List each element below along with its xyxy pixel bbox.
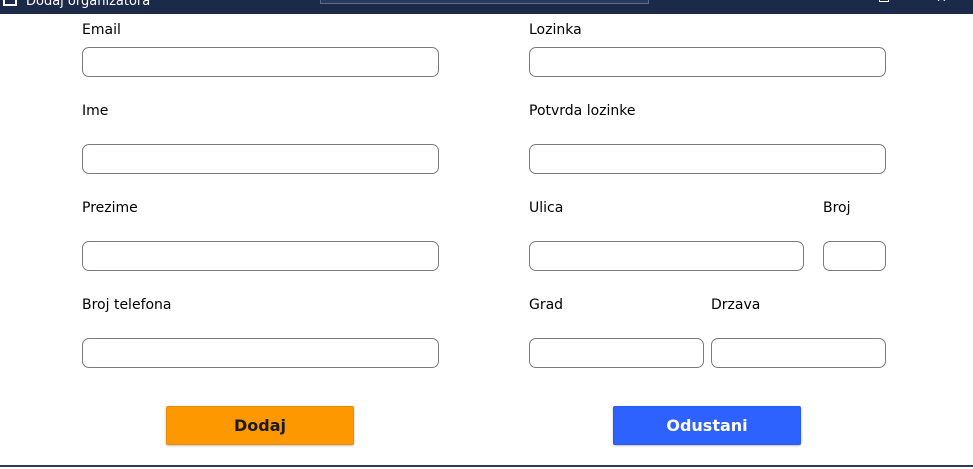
email-field[interactable] bbox=[82, 47, 439, 77]
city-field[interactable] bbox=[529, 338, 704, 368]
confirm-password-field[interactable] bbox=[529, 144, 886, 174]
email-label: Email bbox=[82, 22, 121, 38]
cancel-button[interactable]: Odustani bbox=[613, 406, 801, 445]
title-bar: Dodaj organizatora ✕ bbox=[0, 0, 973, 14]
password-field[interactable] bbox=[529, 47, 886, 77]
street-number-label: Broj bbox=[823, 200, 851, 216]
ime-label: Ime bbox=[82, 103, 109, 119]
city-label: Grad bbox=[529, 297, 564, 313]
street-field[interactable] bbox=[529, 241, 804, 271]
street-number-field[interactable] bbox=[823, 241, 886, 271]
title-search-box[interactable] bbox=[320, 0, 649, 4]
window-icon bbox=[3, 0, 17, 6]
prezime-label: Prezime bbox=[82, 200, 138, 216]
add-button[interactable]: Dodaj bbox=[166, 406, 354, 445]
ime-field[interactable] bbox=[82, 144, 439, 174]
country-field[interactable] bbox=[711, 338, 886, 368]
password-label: Lozinka bbox=[529, 22, 582, 38]
close-icon[interactable]: ✕ bbox=[936, 0, 947, 5]
phone-label: Broj telefona bbox=[82, 297, 172, 313]
country-label: Drzava bbox=[711, 297, 761, 313]
prezime-field[interactable] bbox=[82, 241, 439, 271]
add-organizer-window: Dodaj organizatora ✕ Email Ime Prezime B… bbox=[0, 0, 973, 469]
bottom-border bbox=[0, 465, 973, 467]
maximize-icon[interactable] bbox=[879, 0, 889, 2]
window-title: Dodaj organizatora bbox=[26, 0, 151, 9]
confirm-password-label: Potvrda lozinke bbox=[529, 103, 636, 119]
street-label: Ulica bbox=[529, 200, 564, 216]
phone-field[interactable] bbox=[82, 338, 439, 368]
